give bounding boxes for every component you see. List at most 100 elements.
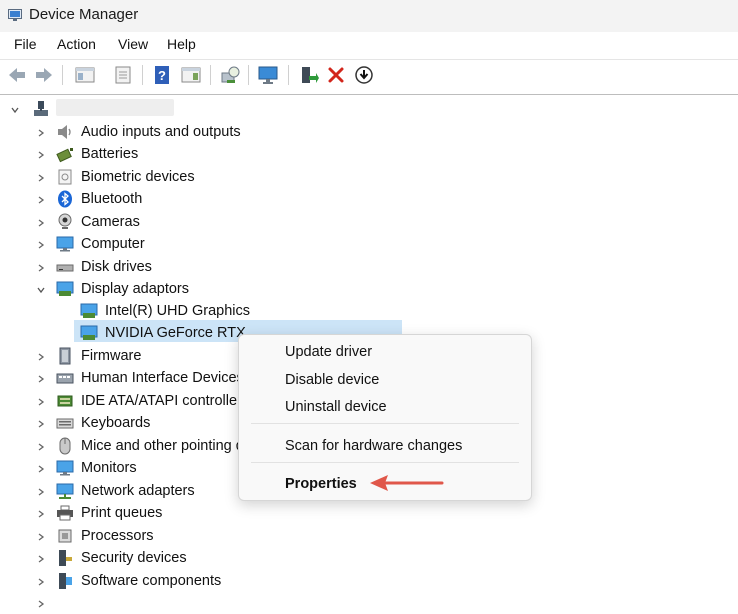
chevron-right-icon[interactable] xyxy=(36,464,46,474)
menu-file[interactable]: File xyxy=(14,36,37,52)
help-icon[interactable]: ? xyxy=(151,64,173,86)
chevron-right-icon[interactable] xyxy=(36,509,46,519)
firmware-icon xyxy=(59,347,71,365)
monitor-icon[interactable] xyxy=(257,64,279,86)
chevron-right-icon[interactable] xyxy=(36,577,46,587)
display-adapter-icon xyxy=(80,303,98,318)
chevron-right-icon[interactable] xyxy=(36,352,46,362)
disk-drive-icon xyxy=(56,264,74,272)
computer-icon xyxy=(56,236,74,252)
tree-item-computer[interactable]: Computer xyxy=(0,233,400,255)
tree-item-mice[interactable]: Mice and other pointing devices xyxy=(0,435,240,457)
tree-item-label: Disk drives xyxy=(81,259,152,275)
tree-item-keyboards[interactable]: Keyboards xyxy=(0,412,240,434)
tree-item-label: Batteries xyxy=(81,146,139,162)
tree-item-partial xyxy=(0,592,240,614)
tree-item-cameras[interactable]: Cameras xyxy=(0,211,400,233)
properties-menu-item[interactable]: Properties xyxy=(285,476,357,492)
menu-separator xyxy=(251,423,519,424)
computer-root-icon xyxy=(34,101,48,116)
tree-item-processors[interactable]: Processors xyxy=(0,525,240,547)
delete-x-icon[interactable] xyxy=(325,64,347,86)
keyboard-icon xyxy=(56,418,74,429)
menu-separator xyxy=(251,462,519,463)
scan-hardware-icon[interactable] xyxy=(219,64,241,86)
properties-sheet-icon[interactable] xyxy=(112,64,134,86)
tree-item-label: Biometric devices xyxy=(81,169,195,185)
security-icon xyxy=(59,550,72,566)
tree-item-label: NVIDIA GeForce RTX xyxy=(105,325,246,341)
tree-item-label: Software components xyxy=(81,573,222,589)
tree-item-biometric[interactable]: Biometric devices xyxy=(0,166,400,188)
tree-item-label: Human Interface Devices xyxy=(81,370,244,386)
disable-device-menu-item[interactable]: Disable device xyxy=(285,372,379,388)
ide-icon xyxy=(57,395,73,407)
chevron-right-icon[interactable] xyxy=(36,195,46,205)
chevron-right-icon[interactable] xyxy=(36,218,46,228)
forward-arrow-icon[interactable] xyxy=(33,64,55,86)
menu-view[interactable]: View xyxy=(118,36,148,52)
tree-item-label: IDE ATA/ATAPI controllers xyxy=(81,393,250,409)
annotation-arrow-icon xyxy=(370,475,444,491)
chevron-right-icon[interactable] xyxy=(36,442,46,452)
chevron-right-icon[interactable] xyxy=(36,128,46,138)
mouse-icon xyxy=(59,437,71,455)
tree-item-label: Firmware xyxy=(81,348,142,364)
chevron-right-icon[interactable] xyxy=(36,374,46,384)
tree-item-disk-drives[interactable]: Disk drives xyxy=(0,256,400,278)
biometric-icon xyxy=(58,169,72,185)
toolbar-separator xyxy=(248,65,249,85)
chevron-right-icon[interactable] xyxy=(36,419,46,429)
tree-item-hid[interactable]: Human Interface Devices xyxy=(0,367,244,389)
computer-name-redacted xyxy=(56,99,174,116)
tree-item-intel-uhd[interactable]: Intel(R) UHD Graphics xyxy=(0,300,400,322)
tree-item-label: Network adapters xyxy=(81,483,195,499)
tree-item-audio[interactable]: Audio inputs and outputs xyxy=(0,121,400,143)
menu-help[interactable]: Help xyxy=(167,36,196,52)
chevron-right-icon[interactable] xyxy=(36,173,46,183)
update-driver-icon[interactable] xyxy=(297,64,319,86)
tree-item-label: Security devices xyxy=(81,550,187,566)
menu-bar: File Action View Help xyxy=(0,32,738,58)
tree-item-label: Bluetooth xyxy=(81,191,143,207)
software-icon xyxy=(59,573,72,589)
tree-item-security[interactable]: Security devices xyxy=(0,547,240,569)
scan-hardware-menu-item[interactable]: Scan for hardware changes xyxy=(285,438,462,454)
tree-item-display-adaptors[interactable]: Display adaptors xyxy=(0,278,400,300)
update-driver-menu-item[interactable]: Update driver xyxy=(285,344,372,360)
tree-item-label: Display adaptors xyxy=(81,281,189,297)
tree-item-label: Audio inputs and outputs xyxy=(81,124,241,140)
camera-icon xyxy=(58,213,72,229)
tree-item-monitors[interactable]: Monitors xyxy=(0,457,240,479)
tree-item-ide[interactable]: IDE ATA/ATAPI controllers xyxy=(0,390,249,412)
chevron-right-icon xyxy=(38,600,45,608)
tree-item-label: Print queues xyxy=(81,505,163,521)
tree-item-label: Processors xyxy=(81,528,154,544)
chevron-down-icon[interactable] xyxy=(10,105,20,115)
tree-item-software[interactable]: Software components xyxy=(0,570,240,592)
chevron-right-icon[interactable] xyxy=(36,554,46,564)
chevron-right-icon[interactable] xyxy=(36,263,46,273)
tree-item-bluetooth[interactable]: Bluetooth xyxy=(0,188,400,210)
toolbar-separator xyxy=(142,65,143,85)
chevron-right-icon[interactable] xyxy=(36,532,46,542)
window-title: Device Manager xyxy=(29,6,139,23)
chevron-down-icon[interactable] xyxy=(36,285,46,295)
battery-icon xyxy=(56,148,73,163)
console-tree-icon[interactable] xyxy=(74,64,96,86)
download-circle-icon[interactable] xyxy=(353,64,375,86)
tree-item-print-queues[interactable]: Print queues xyxy=(0,502,240,524)
chevron-right-icon[interactable] xyxy=(36,487,46,497)
chevron-right-icon[interactable] xyxy=(36,397,46,407)
action-pane-icon[interactable] xyxy=(180,64,202,86)
chevron-right-icon[interactable] xyxy=(36,240,46,250)
display-adapter-icon xyxy=(80,325,98,340)
toolbar: ? xyxy=(0,59,738,91)
uninstall-device-menu-item[interactable]: Uninstall device xyxy=(285,399,387,415)
tree-item-network[interactable]: Network adapters xyxy=(0,480,240,502)
menu-action[interactable]: Action xyxy=(57,36,96,52)
speaker-icon xyxy=(58,125,71,139)
chevron-right-icon[interactable] xyxy=(36,150,46,160)
tree-item-batteries[interactable]: Batteries xyxy=(0,143,400,165)
back-arrow-icon[interactable] xyxy=(6,64,28,86)
